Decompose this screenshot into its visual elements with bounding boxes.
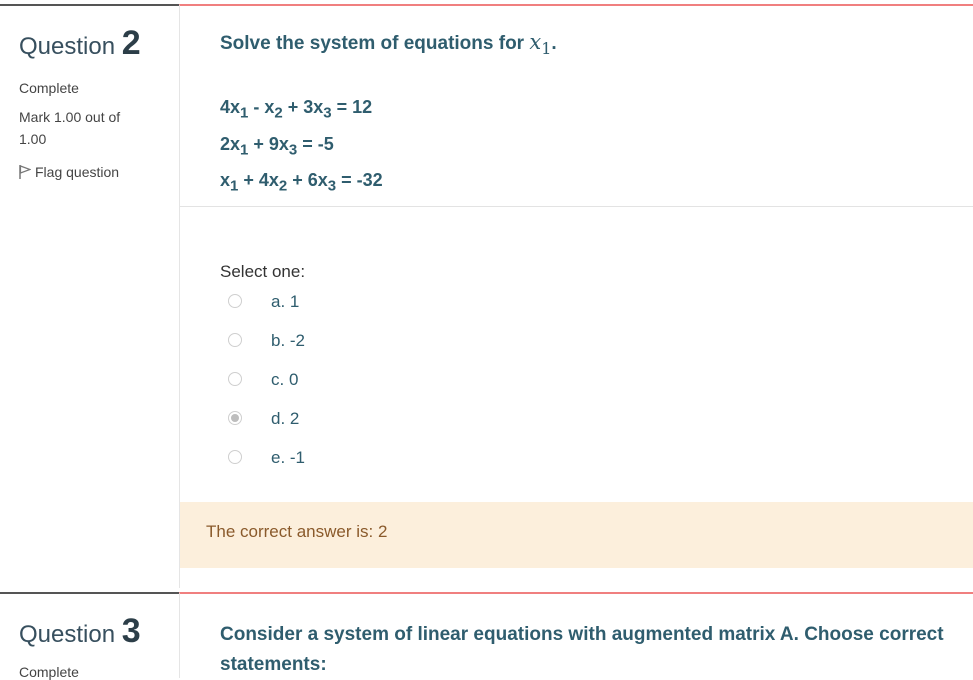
radio-button[interactable]	[228, 333, 242, 347]
radio-button[interactable]	[228, 372, 242, 386]
equation-3: x1 + 4x2 + 6x3 = -32	[220, 170, 383, 195]
question-text-body: Solve the system of equations for	[220, 33, 525, 54]
equation-list: 4x1 - x2 + 3x3 = 12 2x1 + 9x3 = -5 x1 + …	[220, 92, 383, 202]
answer-option-label: c. 0	[271, 370, 299, 389]
answer-option-e[interactable]: e. -1	[220, 448, 305, 487]
question-number: 3	[121, 612, 141, 650]
flag-question-link[interactable]: Flag question	[19, 164, 119, 180]
flag-icon	[19, 165, 32, 179]
equation-1: 4x1 - x2 + 3x3 = 12	[220, 97, 373, 122]
question-3: Question 3 Complete Consider a system of…	[0, 588, 973, 680]
correct-answer-feedback: The correct answer is: 2	[180, 502, 973, 568]
answer-option-b[interactable]: b. -2	[220, 331, 305, 370]
flag-question-label: Flag question	[35, 164, 120, 180]
question-info: Question 3 Complete	[0, 592, 179, 680]
question-content: Consider a system of linear equations wi…	[179, 592, 973, 678]
question-title-prefix: Question	[19, 621, 116, 648]
radio-button[interactable]	[228, 450, 242, 464]
answer-option-label: b. -2	[271, 331, 306, 350]
question-number: 2	[121, 24, 141, 62]
question-state: Complete	[19, 80, 79, 96]
question-content: Solve the system of equations for x1. 4x…	[179, 4, 973, 588]
question-title: Question 3	[19, 612, 141, 651]
equation-2: 2x1 + 9x3 = -5	[220, 133, 334, 159]
answer-option-a[interactable]: a. 1	[220, 292, 305, 331]
answer-option-label: a. 1	[271, 292, 300, 311]
question-title-prefix: Question	[19, 33, 116, 60]
question-text: Consider a system of linear equations wi…	[220, 624, 944, 675]
answer-option-d[interactable]: d. 2	[220, 409, 305, 448]
question-text-area: Solve the system of equations for x1. 4x…	[180, 6, 973, 207]
question-text: Solve the system of equations for x1.	[220, 30, 557, 59]
radio-button[interactable]	[228, 294, 242, 308]
answer-area: Select one: a. 1 b. -2 c. 0 d. 2 e. -1	[220, 262, 305, 487]
question-info: Question 2 Complete Mark 1.00 out of 1.0…	[0, 4, 179, 588]
question-title: Question 2	[19, 24, 141, 63]
radio-button-selected[interactable]	[228, 411, 242, 425]
answer-option-label: e. -1	[271, 448, 306, 467]
feedback-text: The correct answer is: 2	[206, 522, 388, 541]
answer-option-c[interactable]: c. 0	[220, 370, 305, 409]
select-one-prompt: Select one:	[220, 262, 306, 281]
question-2: Question 2 Complete Mark 1.00 out of 1.0…	[0, 0, 973, 588]
answer-option-label: d. 2	[271, 409, 300, 428]
question-grade: Mark 1.00 out of 1.00	[19, 109, 121, 147]
math-variable: x1	[529, 30, 552, 59]
